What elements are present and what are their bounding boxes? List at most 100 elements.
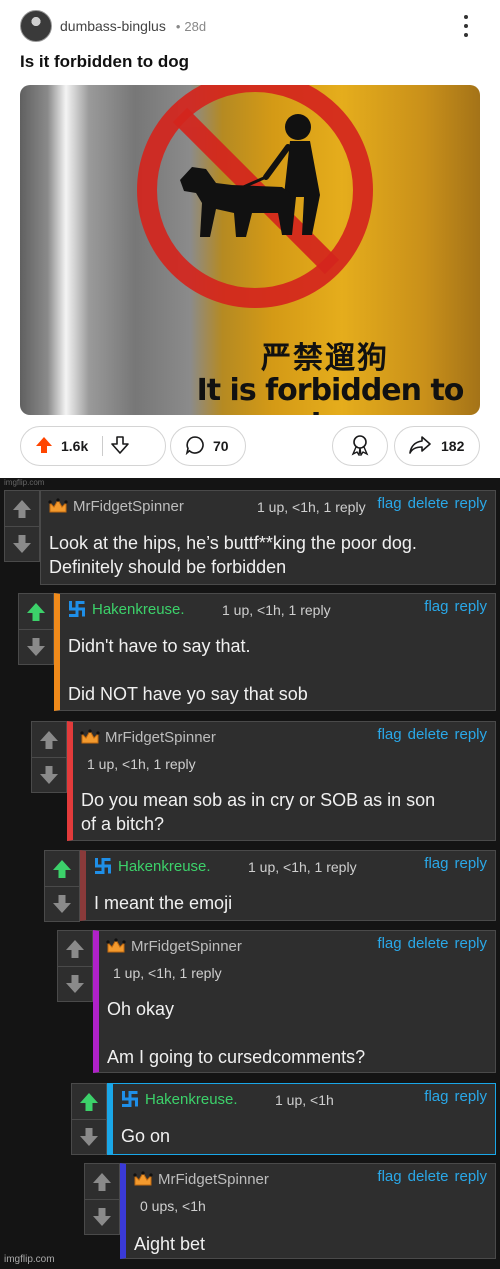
reply-link[interactable]: reply [454, 726, 487, 743]
reply-link[interactable]: reply [454, 855, 487, 872]
delete-link[interactable]: delete [408, 935, 449, 952]
comment-body: Hakenkreuse. 1 up, <1h, 1 reply flag reply I… [80, 850, 496, 921]
downvote-arrow-icon[interactable] [72, 1119, 106, 1154]
comment-body: Hakenkreuse. 1 up, <1h flag reply Go on [107, 1083, 496, 1155]
comment-text-line: Oh okay [107, 999, 175, 1019]
flag-link[interactable]: flag [377, 1168, 401, 1185]
watermark-top: imgflip.com [4, 478, 45, 487]
comment-text: Oh okay Am I going to cursedcomments? [107, 997, 365, 1069]
share-button[interactable]: 182 [394, 426, 480, 466]
award-button[interactable] [332, 426, 388, 466]
comment-vote-box [57, 930, 93, 1002]
comment-author[interactable]: Hakenkreuse. [145, 1091, 238, 1108]
comment-author[interactable]: MrFidgetSpinner [158, 1171, 269, 1188]
upvote-arrow-icon[interactable] [58, 931, 92, 966]
downvote-arrow-icon[interactable] [19, 629, 53, 664]
reddit-post: dumbass-binglus • 28d Is it forbidden to… [0, 0, 500, 478]
comment-author[interactable]: MrFidgetSpinner [131, 938, 242, 955]
comment-vote-box [4, 490, 40, 562]
comment-author[interactable]: MrFidgetSpinner [73, 498, 184, 515]
flag-link[interactable]: flag [377, 935, 401, 952]
comment-meta: 1 up, <1h, 1 reply [222, 602, 331, 618]
flag-link[interactable]: flag [377, 726, 401, 743]
comment-meta: 1 up, <1h [275, 1092, 334, 1108]
downvote-arrow-icon[interactable] [32, 757, 66, 792]
watermark-bottom: imgflip.com [4, 1254, 55, 1265]
upvote-arrow-icon[interactable] [85, 1164, 119, 1199]
crown-icon [79, 728, 101, 746]
comment-text-line: Do you mean sob as in cry or SOB as in s… [81, 790, 436, 810]
comment-text: Aight bet [134, 1232, 205, 1256]
upvote-arrow-icon[interactable] [72, 1084, 106, 1119]
flag-link[interactable]: flag [424, 855, 448, 872]
comment-vote-box [44, 850, 80, 922]
hooked-cross-icon [66, 600, 88, 618]
comment-vote-box [84, 1163, 120, 1235]
comment-text-line: Did NOT have yo say that sob [68, 684, 308, 704]
vote-pill: 1.6k [20, 426, 166, 466]
delete-link[interactable]: delete [408, 1168, 449, 1185]
comment-actions: flag reply [418, 598, 487, 615]
comment-actions: flag reply [418, 855, 487, 872]
comments-button[interactable]: 70 [170, 426, 246, 466]
delete-link[interactable]: delete [408, 726, 449, 743]
upvote-arrow-icon[interactable] [5, 491, 39, 526]
reply-link[interactable]: reply [454, 935, 487, 952]
comment-meta: 1 up, <1h, 1 reply [113, 965, 222, 981]
comment-text-line: I meant the emoji [94, 893, 233, 913]
flag-link[interactable]: flag [424, 598, 448, 615]
upvote-arrow-icon[interactable] [35, 436, 53, 457]
comment-body: MrFidgetSpinner 1 up, <1h, 1 reply flag del… [67, 721, 496, 841]
comment-author-row: MrFidgetSpinner [132, 1168, 269, 1190]
comment-actions: flag delete reply [371, 935, 487, 952]
comment-author[interactable]: Hakenkreuse. [92, 601, 185, 618]
reply-link[interactable]: reply [454, 598, 487, 615]
downvote-arrow-icon[interactable] [85, 1199, 119, 1234]
comment-author[interactable]: MrFidgetSpinner [105, 729, 216, 746]
comment-body: MrFidgetSpinner 1 up, <1h, 1 reply flag del… [93, 930, 496, 1073]
downvote-arrow-icon[interactable] [5, 526, 39, 561]
comment-actions: flag delete reply [371, 726, 487, 743]
reply-link[interactable]: reply [454, 1088, 487, 1105]
comment-text-line [68, 658, 308, 682]
downvote-arrow-icon[interactable] [45, 886, 79, 921]
comment-text-line: Definitely should be forbidden [49, 557, 287, 577]
comment-text-line: Didn't have to say that. [68, 636, 251, 656]
post-image[interactable]: 严禁遛狗 It is forbidden to dog [20, 85, 480, 415]
upvote-count: 1.6k [61, 438, 89, 454]
post-title[interactable]: Is it forbidden to dog [20, 52, 189, 72]
downvote-arrow-icon[interactable] [58, 966, 92, 1001]
more-options-icon[interactable] [458, 12, 474, 40]
post-username[interactable]: dumbass-binglus [60, 18, 166, 34]
user-avatar[interactable] [20, 10, 52, 42]
post-age: 28d [184, 18, 207, 34]
comment-body: MrFidgetSpinner 0 ups, <1h flag delete reply… [120, 1163, 496, 1259]
delete-link[interactable]: delete [408, 495, 449, 512]
downvote-arrow-icon[interactable] [111, 435, 130, 457]
post-header: dumbass-binglus • 28d [20, 10, 480, 42]
comment-actions: flag delete reply [371, 1168, 487, 1185]
comment-vote-box [18, 593, 54, 665]
upvote-arrow-icon[interactable] [45, 851, 79, 886]
award-icon [350, 434, 370, 459]
upvote-arrow-icon[interactable] [19, 594, 53, 629]
flag-link[interactable]: flag [424, 1088, 448, 1105]
comment-author-row: MrFidgetSpinner [105, 935, 242, 957]
comment-author[interactable]: Hakenkreuse. [118, 858, 211, 875]
reply-link[interactable]: reply [454, 1168, 487, 1185]
comment-bubble-icon [185, 435, 205, 458]
comment-vote-box [71, 1083, 107, 1155]
vote-divider [102, 436, 104, 456]
reply-link[interactable]: reply [454, 495, 487, 512]
comment-author-row: Hakenkreuse. [66, 598, 185, 620]
comment-body: Hakenkreuse. 1 up, <1h, 1 reply flag reply D… [54, 593, 496, 711]
upvote-arrow-icon[interactable] [32, 722, 66, 757]
comment-text-line: Go on [121, 1126, 171, 1146]
crown-icon [47, 497, 69, 515]
crown-icon [105, 937, 127, 955]
flag-link[interactable]: flag [377, 495, 401, 512]
post-action-bar: 1.6k 70 182 [20, 426, 480, 466]
comment-text-line [107, 1021, 365, 1045]
comment-meta: 0 ups, <1h [140, 1198, 206, 1214]
comment-vote-box [31, 721, 67, 793]
